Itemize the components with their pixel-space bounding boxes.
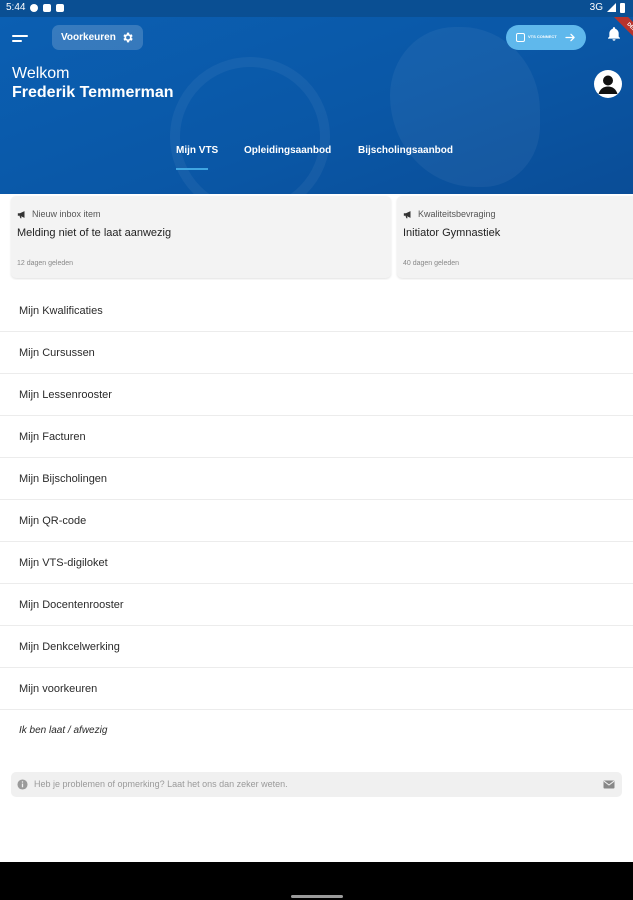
user-avatar-icon <box>598 75 618 94</box>
megaphone-icon <box>17 210 25 218</box>
gear-icon <box>123 32 133 43</box>
menu-item-voorkeuren[interactable]: Mijn voorkeuren <box>0 668 633 710</box>
menu-item-facturen[interactable]: Mijn Facturen <box>0 416 633 458</box>
mail-icon[interactable] <box>603 780 615 789</box>
user-name: Frederik Temmerman <box>12 84 174 101</box>
connect-label: VTS CONNECT <box>528 34 557 40</box>
network-type: 3G <box>589 2 603 13</box>
absence-link[interactable]: Ik ben laat / afwezig <box>0 710 633 752</box>
inbox-card-title: Initiator Gymnastiek <box>403 227 501 239</box>
welcome-block: Welkom Frederik Temmerman <box>12 64 174 103</box>
connect-logo-icon <box>516 33 525 42</box>
preferences-button[interactable]: Voorkeuren <box>52 25 143 50</box>
status-bar: 5:44 3G <box>0 0 633 17</box>
tab-opleidingsaanbod[interactable]: Opleidingsaanbod <box>244 145 331 156</box>
feedback-input[interactable]: Heb je problemen of opmerking? Laat het … <box>11 772 622 797</box>
megaphone-icon <box>403 210 411 218</box>
header: Voorkeuren VTS CONNECT DEBUG Welkom Fred… <box>0 17 633 194</box>
battery-icon <box>620 2 625 13</box>
status-time: 5:44 <box>6 2 26 13</box>
menu-item-cursussen[interactable]: Mijn Cursussen <box>0 332 633 374</box>
inbox-card[interactable]: Kwaliteitsbevraging Initiator Gymnastiek… <box>397 196 633 278</box>
signal-icon <box>607 3 616 12</box>
inbox-card-date: 12 dagen geleden <box>17 260 74 267</box>
inbox-card-tag: Kwaliteitsbevraging <box>403 209 496 219</box>
menu-item-qr-code[interactable]: Mijn QR-code <box>0 500 633 542</box>
menu-item-denkcelwerking[interactable]: Mijn Denkcelwerking <box>0 626 633 668</box>
inbox-card[interactable]: Nieuw inbox item Melding niet of te laat… <box>11 196 391 278</box>
home-gesture-handle[interactable] <box>291 895 343 898</box>
menu-icon <box>12 35 28 37</box>
inbox-card-title: Melding niet of te laat aanwezig <box>17 227 172 239</box>
tab-mijn-vts[interactable]: Mijn VTS <box>176 145 218 156</box>
inbox-card-tag-label: Kwaliteitsbevraging <box>418 209 496 219</box>
info-icon <box>17 779 28 790</box>
vts-connect-button[interactable]: VTS CONNECT <box>506 25 586 50</box>
bell-icon[interactable] <box>606 26 622 42</box>
menu-item-docentenrooster[interactable]: Mijn Docentenrooster <box>0 584 633 626</box>
menu-item-digiloket[interactable]: Mijn VTS-digiloket <box>0 542 633 584</box>
tab-bijscholingsaanbod[interactable]: Bijscholingsaanbod <box>358 145 453 156</box>
feedback-placeholder: Heb je problemen of opmerking? Laat het … <box>34 779 288 789</box>
vts-connect-logo: VTS CONNECT <box>516 33 557 42</box>
menu-item-bijscholingen[interactable]: Mijn Bijscholingen <box>0 458 633 500</box>
app-notification-icon <box>43 3 52 12</box>
arrow-right-icon <box>565 33 575 42</box>
tab-bar: Mijn VTS Opleidingsaanbod Bijscholingsaa… <box>0 145 633 175</box>
message-notification-icon <box>30 3 39 12</box>
inbox-card-tag-label: Nieuw inbox item <box>32 209 101 219</box>
menu-item-kwalificaties[interactable]: Mijn Kwalificaties <box>0 290 633 332</box>
active-tab-indicator <box>176 168 208 170</box>
inbox-card-date: 40 dagen geleden <box>403 260 460 267</box>
preferences-label: Voorkeuren <box>61 32 116 43</box>
menu-list: Mijn Kwalificaties Mijn Cursussen Mijn L… <box>0 290 633 752</box>
navigation-bar <box>0 862 633 900</box>
menu-button[interactable] <box>12 33 30 47</box>
inbox-carousel[interactable]: Nieuw inbox item Melding niet of te laat… <box>0 195 633 280</box>
download-notification-icon <box>56 3 65 12</box>
inbox-card-tag: Nieuw inbox item <box>17 209 101 219</box>
menu-item-lessenrooster[interactable]: Mijn Lessenrooster <box>0 374 633 416</box>
greeting-text: Welkom <box>12 65 70 82</box>
avatar[interactable] <box>594 70 622 98</box>
